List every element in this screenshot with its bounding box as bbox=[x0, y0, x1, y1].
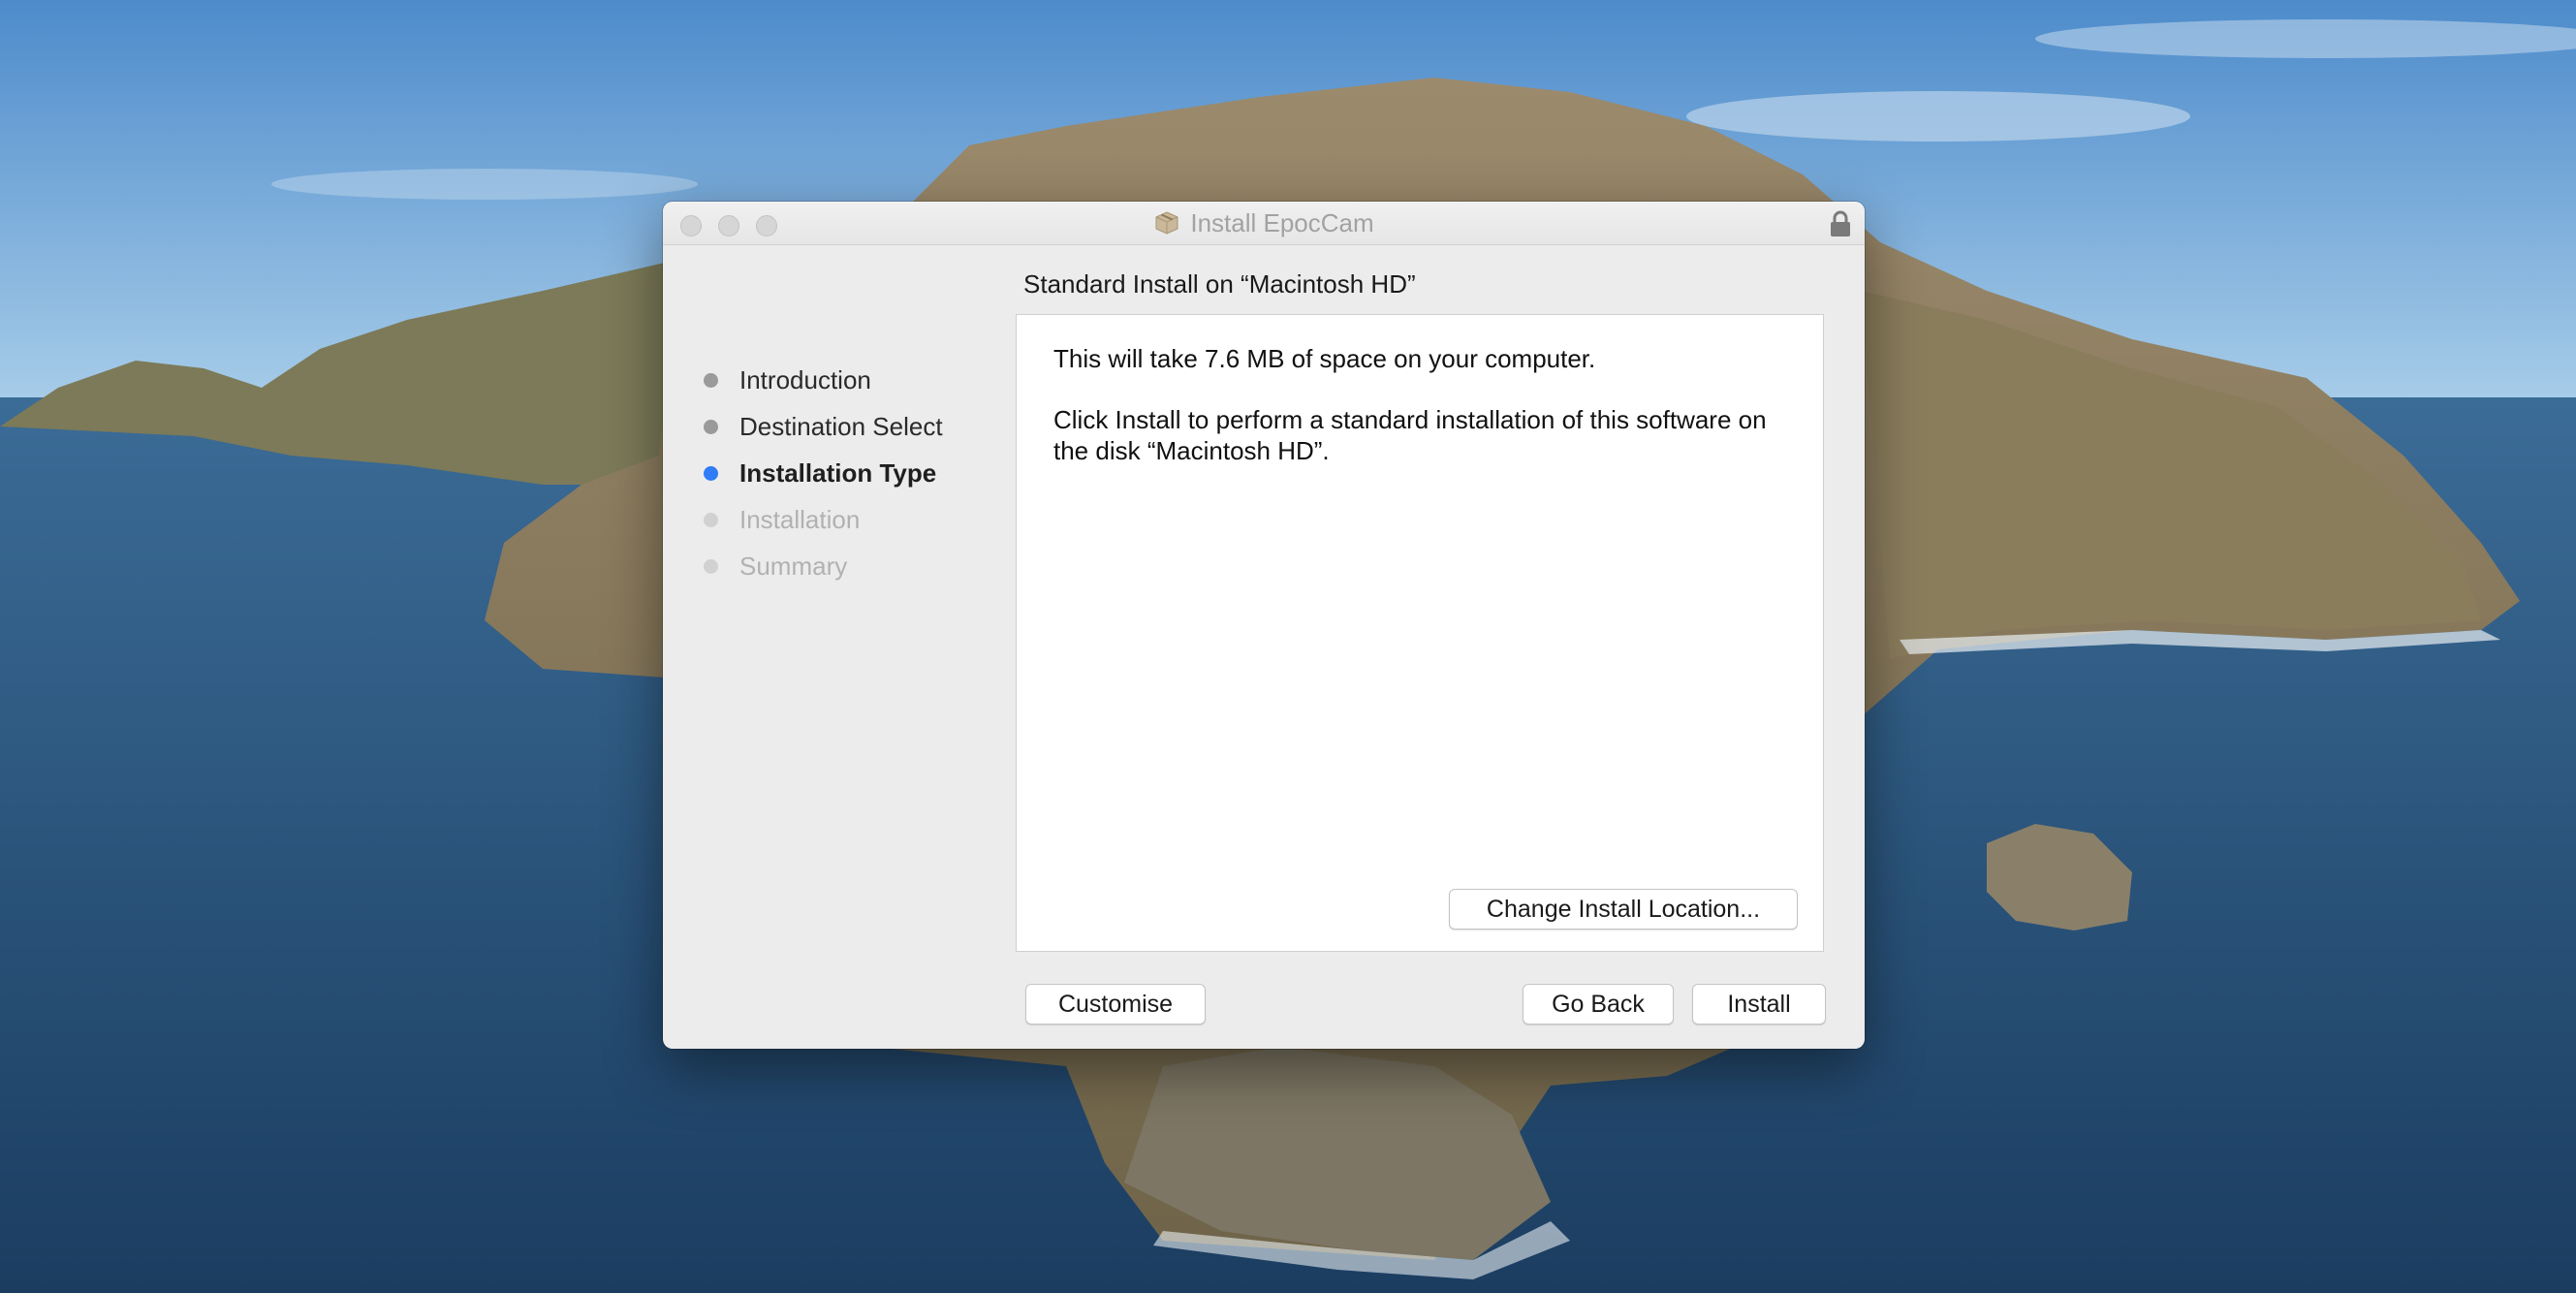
lock-icon bbox=[1831, 210, 1850, 237]
window-title-group: Install EpocCam bbox=[663, 202, 1865, 244]
installer-window: Install EpocCam Standard Install on “Mac… bbox=[663, 202, 1865, 1049]
steps-sidebar: Introduction Destination Select Installa… bbox=[702, 357, 992, 589]
step-installation-type: Installation Type bbox=[702, 450, 992, 496]
step-label: Destination Select bbox=[739, 411, 943, 441]
page-subtitle: Standard Install on “Macintosh HD” bbox=[1023, 269, 1416, 299]
step-label: Installation Type bbox=[739, 457, 937, 488]
step-summary: Summary bbox=[702, 543, 992, 589]
content-panel: This will take 7.6 MB of space on your c… bbox=[1016, 314, 1824, 952]
step-indicator-dot bbox=[704, 419, 718, 434]
step-installation: Installation bbox=[702, 496, 992, 543]
step-indicator-dot bbox=[704, 512, 718, 527]
install-description-text: Click Install to perform a standard inst… bbox=[1053, 405, 1767, 465]
install-button[interactable]: Install bbox=[1692, 984, 1826, 1025]
step-label: Installation bbox=[739, 504, 861, 534]
go-back-button[interactable]: Go Back bbox=[1523, 984, 1674, 1025]
window-title: Install EpocCam bbox=[1190, 207, 1374, 237]
step-destination-select: Destination Select bbox=[702, 403, 992, 450]
step-indicator-dot bbox=[704, 372, 718, 388]
title-bar[interactable]: Install EpocCam bbox=[663, 202, 1865, 245]
step-introduction: Introduction bbox=[702, 357, 992, 403]
step-label: Summary bbox=[739, 551, 848, 581]
desktop: Install EpocCam Standard Install on “Mac… bbox=[0, 0, 2576, 1293]
space-required-text: This will take 7.6 MB of space on your c… bbox=[1053, 344, 1596, 373]
customise-button[interactable]: Customise bbox=[1025, 984, 1206, 1025]
step-indicator-dot bbox=[704, 465, 718, 481]
step-label: Introduction bbox=[739, 364, 871, 394]
step-indicator-dot bbox=[704, 558, 718, 574]
change-install-location-button[interactable]: Change Install Location... bbox=[1449, 889, 1798, 930]
package-icon bbox=[1155, 211, 1178, 235]
